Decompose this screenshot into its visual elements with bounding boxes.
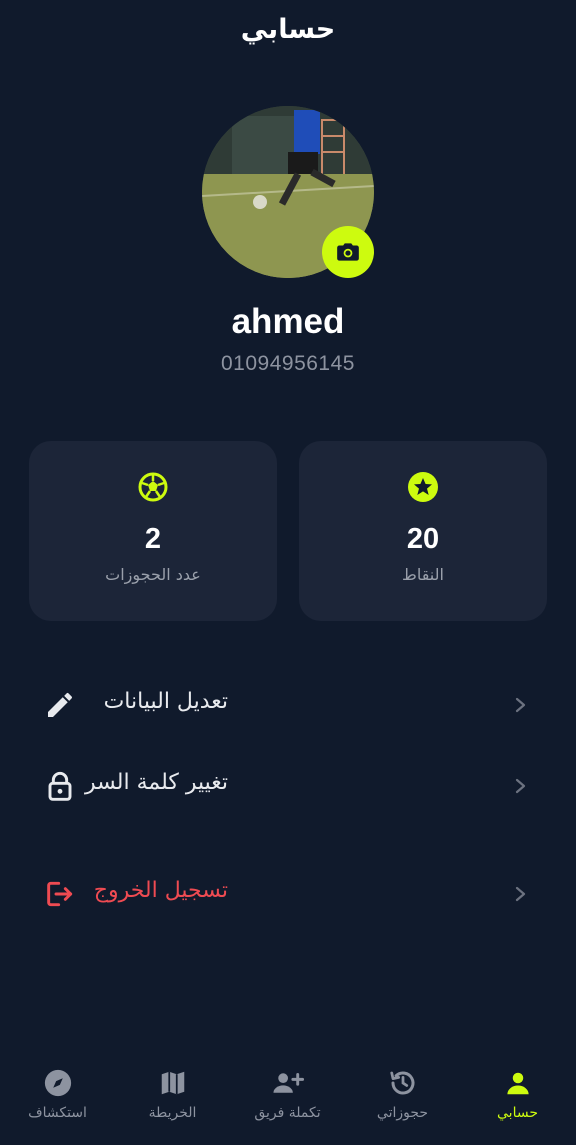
chevron-right-icon xyxy=(515,697,526,713)
profile-avatar[interactable] xyxy=(202,106,374,278)
nav-account[interactable]: حسابي xyxy=(460,1065,575,1145)
camera-icon xyxy=(337,243,359,261)
bookings-count-value: 2 xyxy=(144,523,162,555)
nav-explore[interactable]: استكشاف xyxy=(0,1065,115,1145)
nav-bookings[interactable]: حجوزاتي xyxy=(345,1065,460,1145)
map-icon xyxy=(161,1071,184,1095)
star-icon xyxy=(408,472,438,502)
nav-explore-label: استكشاف xyxy=(28,1105,87,1121)
points-card: 20 النقاط xyxy=(299,441,547,621)
logout-label: تسجيل الخروج xyxy=(93,878,228,903)
bottom-navigation: استكشاف الخريطة تكملة فريق حجوزاتي حسابي xyxy=(0,1065,576,1145)
edit-profile-label: تعديل البيانات xyxy=(103,689,228,714)
soccer-ball-icon xyxy=(138,472,168,502)
change-photo-button[interactable] xyxy=(322,226,374,278)
nav-map[interactable]: الخريطة xyxy=(115,1065,230,1145)
phone-number: 01094956145 xyxy=(221,352,355,375)
nav-account-label: حسابي xyxy=(497,1105,538,1121)
chevron-right-icon xyxy=(515,778,526,794)
pencil-icon xyxy=(48,692,73,717)
change-password-label: تغيير كلمة السر xyxy=(85,770,228,795)
edit-profile-item[interactable]: تعديل البيانات xyxy=(0,677,576,733)
points-label: النقاط xyxy=(402,565,444,584)
chevron-right-icon xyxy=(515,886,526,902)
logout-icon xyxy=(47,881,73,907)
nav-bookings-label: حجوزاتي xyxy=(376,1105,429,1121)
username: ahmed xyxy=(231,302,345,341)
nav-team-label: تكملة فريق xyxy=(254,1105,321,1121)
nav-team[interactable]: تكملة فريق xyxy=(230,1065,345,1145)
bookings-count-label: عدد الحجوزات xyxy=(105,565,201,584)
add-user-icon xyxy=(272,1073,304,1093)
logout-item[interactable]: تسجيل الخروج xyxy=(0,866,576,922)
history-icon xyxy=(389,1071,414,1095)
bookings-count-card: 2 عدد الحجوزات xyxy=(29,441,277,621)
page-title: حسابي xyxy=(240,14,336,45)
points-value: 20 xyxy=(406,523,440,555)
compass-icon xyxy=(44,1069,71,1097)
nav-map-label: الخريطة xyxy=(148,1105,197,1121)
person-icon xyxy=(506,1072,529,1095)
change-password-item[interactable]: تغيير كلمة السر xyxy=(0,758,576,814)
lock-icon xyxy=(48,771,72,801)
